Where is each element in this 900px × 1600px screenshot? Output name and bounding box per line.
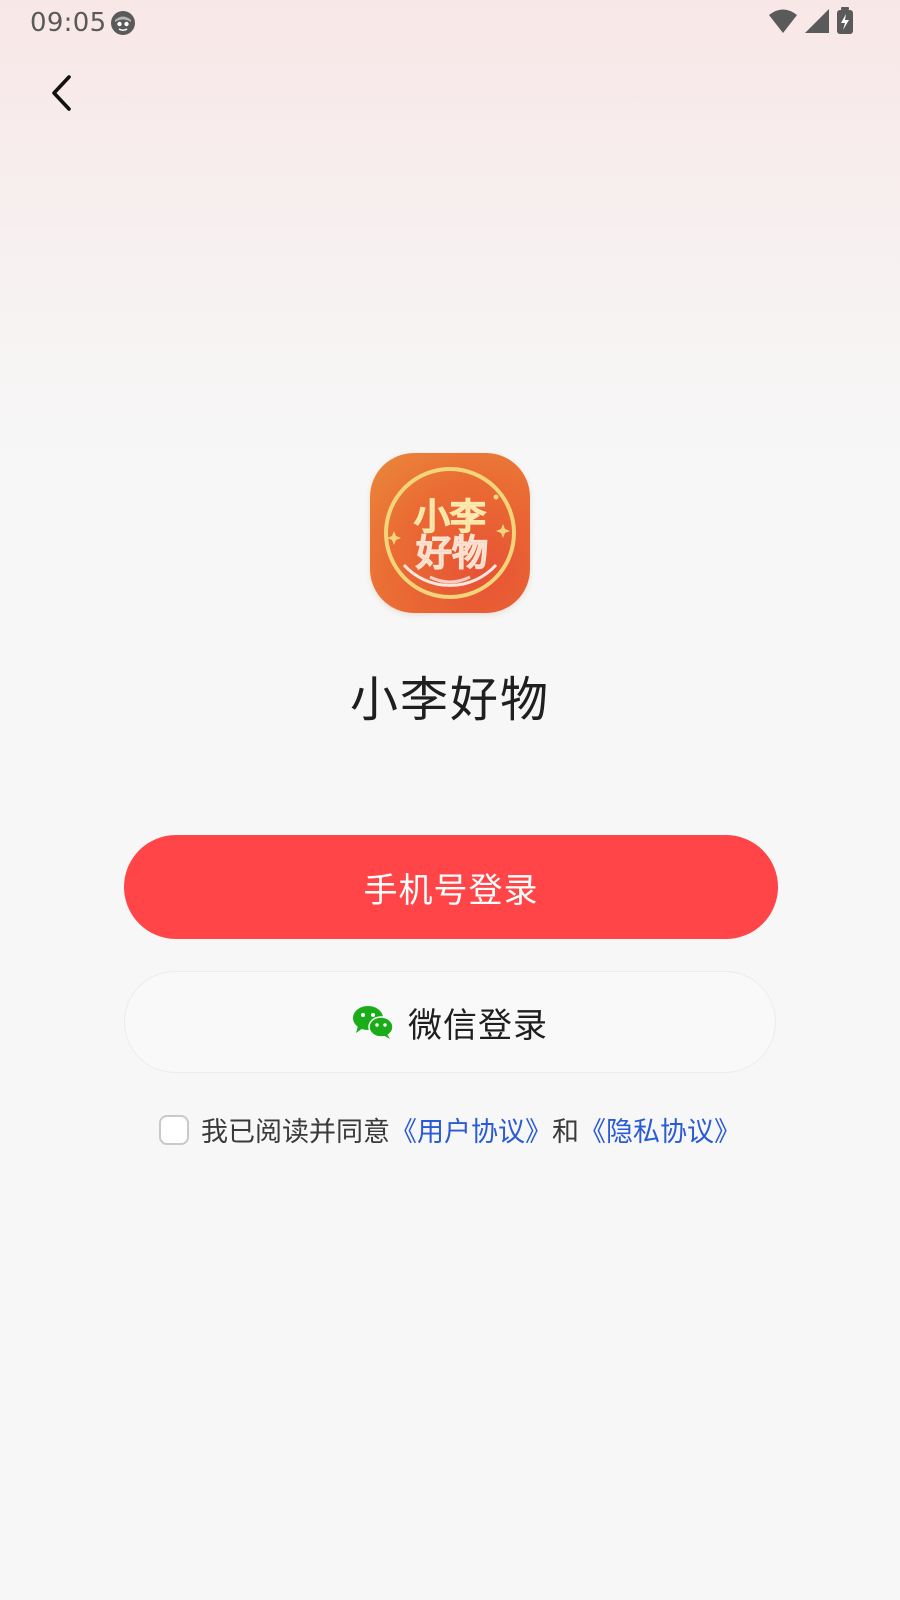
app-name: 小李好物 xyxy=(349,672,550,728)
user-agreement-link[interactable]: 《用户协议》 xyxy=(390,1110,552,1149)
agree-checkbox[interactable] xyxy=(159,1114,189,1145)
privacy-agreement-link[interactable]: 《隐私协议》 xyxy=(579,1110,741,1149)
face-icon xyxy=(110,10,136,36)
wifi-icon xyxy=(768,8,798,38)
logo-text-line2: 好物 xyxy=(415,533,488,574)
chevron-left-icon xyxy=(49,73,73,117)
status-icons xyxy=(768,7,854,39)
phone-login-button[interactable]: 手机号登录 xyxy=(124,835,778,939)
status-bar: 09:05 xyxy=(0,0,900,48)
agreement-prefix: 我已阅读并同意 xyxy=(201,1117,390,1148)
wechat-login-button[interactable]: 微信登录 xyxy=(124,971,776,1073)
wechat-login-label: 微信登录 xyxy=(408,1006,548,1045)
app-logo: 小李 好物 xyxy=(370,453,530,613)
agreement-conjunction: 和 xyxy=(552,1117,579,1148)
status-time: 09:05 xyxy=(30,8,107,38)
phone-login-label: 手机号登录 xyxy=(363,871,539,910)
agreement-row: 我已阅读并同意 《用户协议》 和 《隐私协议》 xyxy=(0,1110,900,1149)
signal-icon xyxy=(804,8,830,38)
logo-text-line1: 小李 xyxy=(414,497,486,538)
wechat-icon xyxy=(352,1004,394,1040)
battery-charging-icon xyxy=(836,7,854,39)
back-button[interactable] xyxy=(40,72,82,118)
